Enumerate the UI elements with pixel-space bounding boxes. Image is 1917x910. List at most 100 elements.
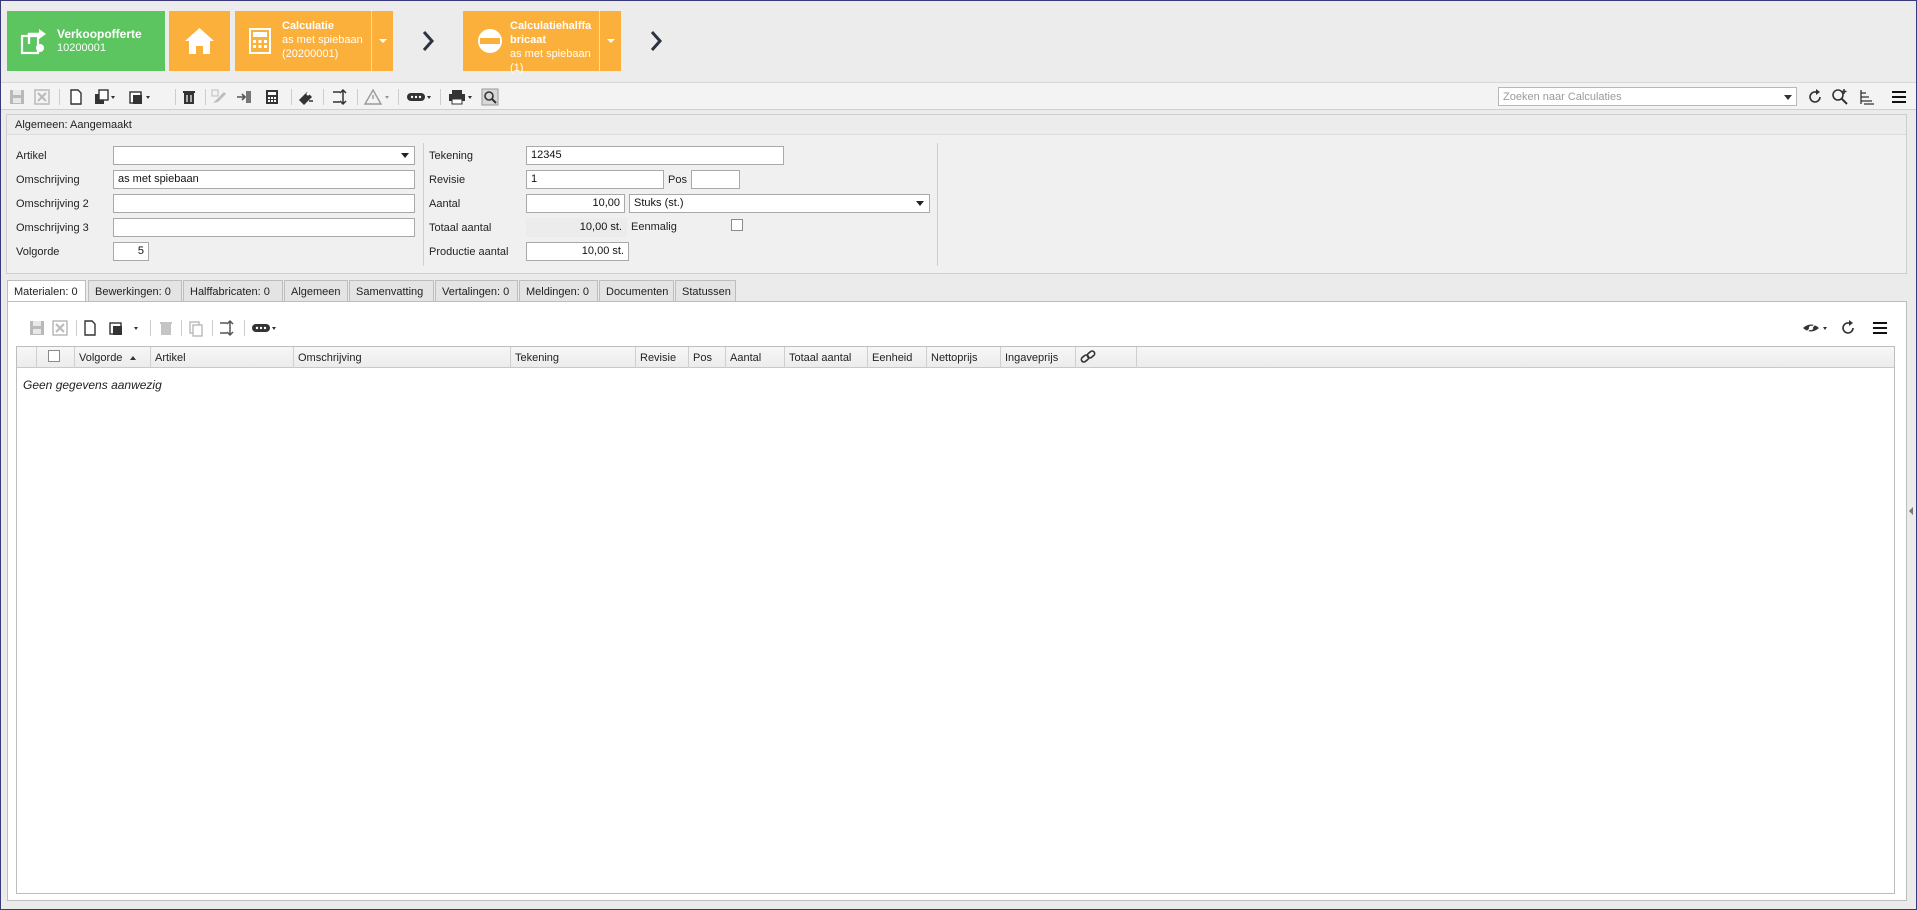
materials-panel: Volgorde Artikel Omschrijving Tekening R… xyxy=(7,301,1907,901)
copy-icon[interactable] xyxy=(187,319,205,337)
new-icon[interactable] xyxy=(67,88,85,106)
discard-icon[interactable] xyxy=(51,319,69,337)
tab-documenten[interactable]: Documenten xyxy=(599,280,674,302)
visibility-dropdown-icon[interactable] xyxy=(1802,319,1830,337)
collapse-panel-icon[interactable] xyxy=(1908,506,1914,516)
move-icon[interactable] xyxy=(331,88,349,106)
refresh-icon[interactable] xyxy=(1806,88,1824,106)
chevron-down-icon xyxy=(401,153,409,158)
col-tekening[interactable]: Tekening xyxy=(511,347,636,368)
col-totaal-aantal[interactable]: Totaal aantal xyxy=(785,347,868,368)
columns-icon[interactable] xyxy=(1858,88,1876,106)
calculator-icon[interactable] xyxy=(263,88,281,106)
tab-materialen[interactable]: Materialen: 0 xyxy=(7,280,86,303)
tekening-field[interactable]: 12345 xyxy=(526,146,784,165)
productie-label: Productie aantal xyxy=(429,246,509,258)
search-input[interactable]: Zoeken naar Calculaties xyxy=(1498,87,1797,106)
preview-icon[interactable] xyxy=(481,88,499,106)
save-icon[interactable] xyxy=(8,88,26,106)
breadcrumb-quote-title: Verkoopofferte xyxy=(57,27,142,41)
aantal-label: Aantal xyxy=(429,198,461,210)
volgorde-field[interactable]: 5 xyxy=(113,242,149,261)
menu-icon[interactable] xyxy=(1890,88,1908,106)
home-button[interactable] xyxy=(169,11,230,71)
breadcrumb-semi-line2: (1) xyxy=(510,62,524,74)
breadcrumb-calc-dropdown[interactable] xyxy=(371,11,393,71)
tab-samenvatting[interactable]: Samenvatting xyxy=(349,280,434,302)
grid-toolbar xyxy=(16,314,1900,340)
save-icon[interactable] xyxy=(28,319,46,337)
breadcrumb-semi-dropdown[interactable] xyxy=(599,11,621,71)
pos-field[interactable] xyxy=(691,170,740,189)
tab-algemeen[interactable]: Algemeen xyxy=(284,280,348,302)
aantal-field[interactable]: 10,00 xyxy=(526,194,625,213)
new-icon[interactable] xyxy=(81,319,99,337)
omschrijving3-label: Omschrijving 3 xyxy=(16,222,89,234)
volgorde-label: Volgorde xyxy=(16,246,60,258)
select-all-checkbox[interactable] xyxy=(48,350,60,362)
col-link[interactable] xyxy=(1076,347,1137,368)
refresh-icon[interactable] xyxy=(1839,319,1857,337)
search-plus-icon[interactable] xyxy=(1831,88,1849,106)
breadcrumb-quote-tile[interactable]: Verkoopofferte 10200001 xyxy=(7,11,165,71)
delete-icon[interactable] xyxy=(180,88,198,106)
productie-field[interactable]: 10,00 st. xyxy=(526,242,629,261)
artikel-select[interactable] xyxy=(113,146,415,165)
artikel-label: Artikel xyxy=(16,150,47,162)
more-dropdown-icon[interactable] xyxy=(406,88,434,106)
tab-statussen[interactable]: Statussen xyxy=(675,280,736,302)
col-revisie[interactable]: Revisie xyxy=(636,347,689,368)
revisie-label: Revisie xyxy=(429,174,466,186)
col-pos[interactable]: Pos xyxy=(689,347,726,368)
tab-meldingen[interactable]: Meldingen: 0 xyxy=(519,280,598,302)
empty-message: Geen gegevens aanwezig xyxy=(23,378,162,392)
pos-label: Pos xyxy=(668,174,687,186)
breadcrumb-semi-title-2: bricaat xyxy=(510,34,547,46)
link-icon xyxy=(1080,350,1096,363)
chevron-down-icon[interactable] xyxy=(1784,95,1792,100)
semi-product-icon xyxy=(478,29,502,53)
tekening-label: Tekening xyxy=(429,150,474,162)
breadcrumb-calculatie-tile[interactable]: Calculatie as met spiebaan (20200001) xyxy=(235,11,393,71)
bulk-edit-icon[interactable] xyxy=(210,88,228,106)
eenmalig-checkbox[interactable] xyxy=(731,219,743,231)
more-dropdown-icon[interactable] xyxy=(251,319,279,337)
print-dropdown-icon[interactable] xyxy=(447,88,475,106)
omschrijving3-field[interactable] xyxy=(113,218,415,237)
breadcrumb-semi-line1: as met spiebaan xyxy=(510,48,591,60)
omschrijving2-label: Omschrijving 2 xyxy=(16,198,89,210)
tab-bewerkingen[interactable]: Bewerkingen: 0 xyxy=(88,280,182,302)
eenmalig-label: Eenmalig xyxy=(631,221,677,233)
breadcrumb-calc-title: Calculatie xyxy=(282,20,334,32)
menu-icon[interactable] xyxy=(1871,319,1889,337)
unit-select[interactable]: Stuks (st.) xyxy=(629,194,930,213)
tab-vertalingen[interactable]: Vertalingen: 0 xyxy=(435,280,518,302)
copy-dropdown-icon[interactable] xyxy=(93,88,117,106)
totaal-label: Totaal aantal xyxy=(429,222,492,234)
move-icon[interactable] xyxy=(218,319,236,337)
delete-icon[interactable] xyxy=(157,319,175,337)
col-volgorde[interactable]: Volgorde xyxy=(75,347,151,368)
row-indicator-column xyxy=(17,347,37,368)
col-nettoprijs[interactable]: Nettoprijs xyxy=(927,347,1001,368)
col-omschrijving[interactable]: Omschrijving xyxy=(294,347,511,368)
pricing-icon[interactable] xyxy=(297,88,315,106)
duplicate-dropdown-icon[interactable] xyxy=(128,88,152,106)
revisie-field[interactable]: 1 xyxy=(526,170,664,189)
tab-halffabricaten[interactable]: Halffabricaten: 0 xyxy=(183,280,283,302)
discard-icon[interactable] xyxy=(33,88,51,106)
col-artikel[interactable]: Artikel xyxy=(151,347,294,368)
warning-dropdown-icon[interactable] xyxy=(363,88,392,106)
col-eenheid[interactable]: Eenheid xyxy=(868,347,927,368)
col-aantal[interactable]: Aantal xyxy=(726,347,785,368)
breadcrumb-quote-number: 10200001 xyxy=(57,42,106,54)
column-divider xyxy=(423,143,424,266)
col-ingaveprijs[interactable]: Ingaveprijs xyxy=(1001,347,1076,368)
breadcrumb-halffabricaat-tile[interactable]: Calculatiehalffa bricaat as met spiebaan… xyxy=(463,11,621,74)
import-icon[interactable] xyxy=(235,88,253,106)
duplicate-dropdown-icon[interactable] xyxy=(108,319,142,337)
column-divider xyxy=(937,143,938,266)
omschrijving2-field[interactable] xyxy=(113,194,415,213)
omschrijving-field[interactable]: as met spiebaan xyxy=(113,170,415,189)
calculator-icon xyxy=(249,28,271,54)
